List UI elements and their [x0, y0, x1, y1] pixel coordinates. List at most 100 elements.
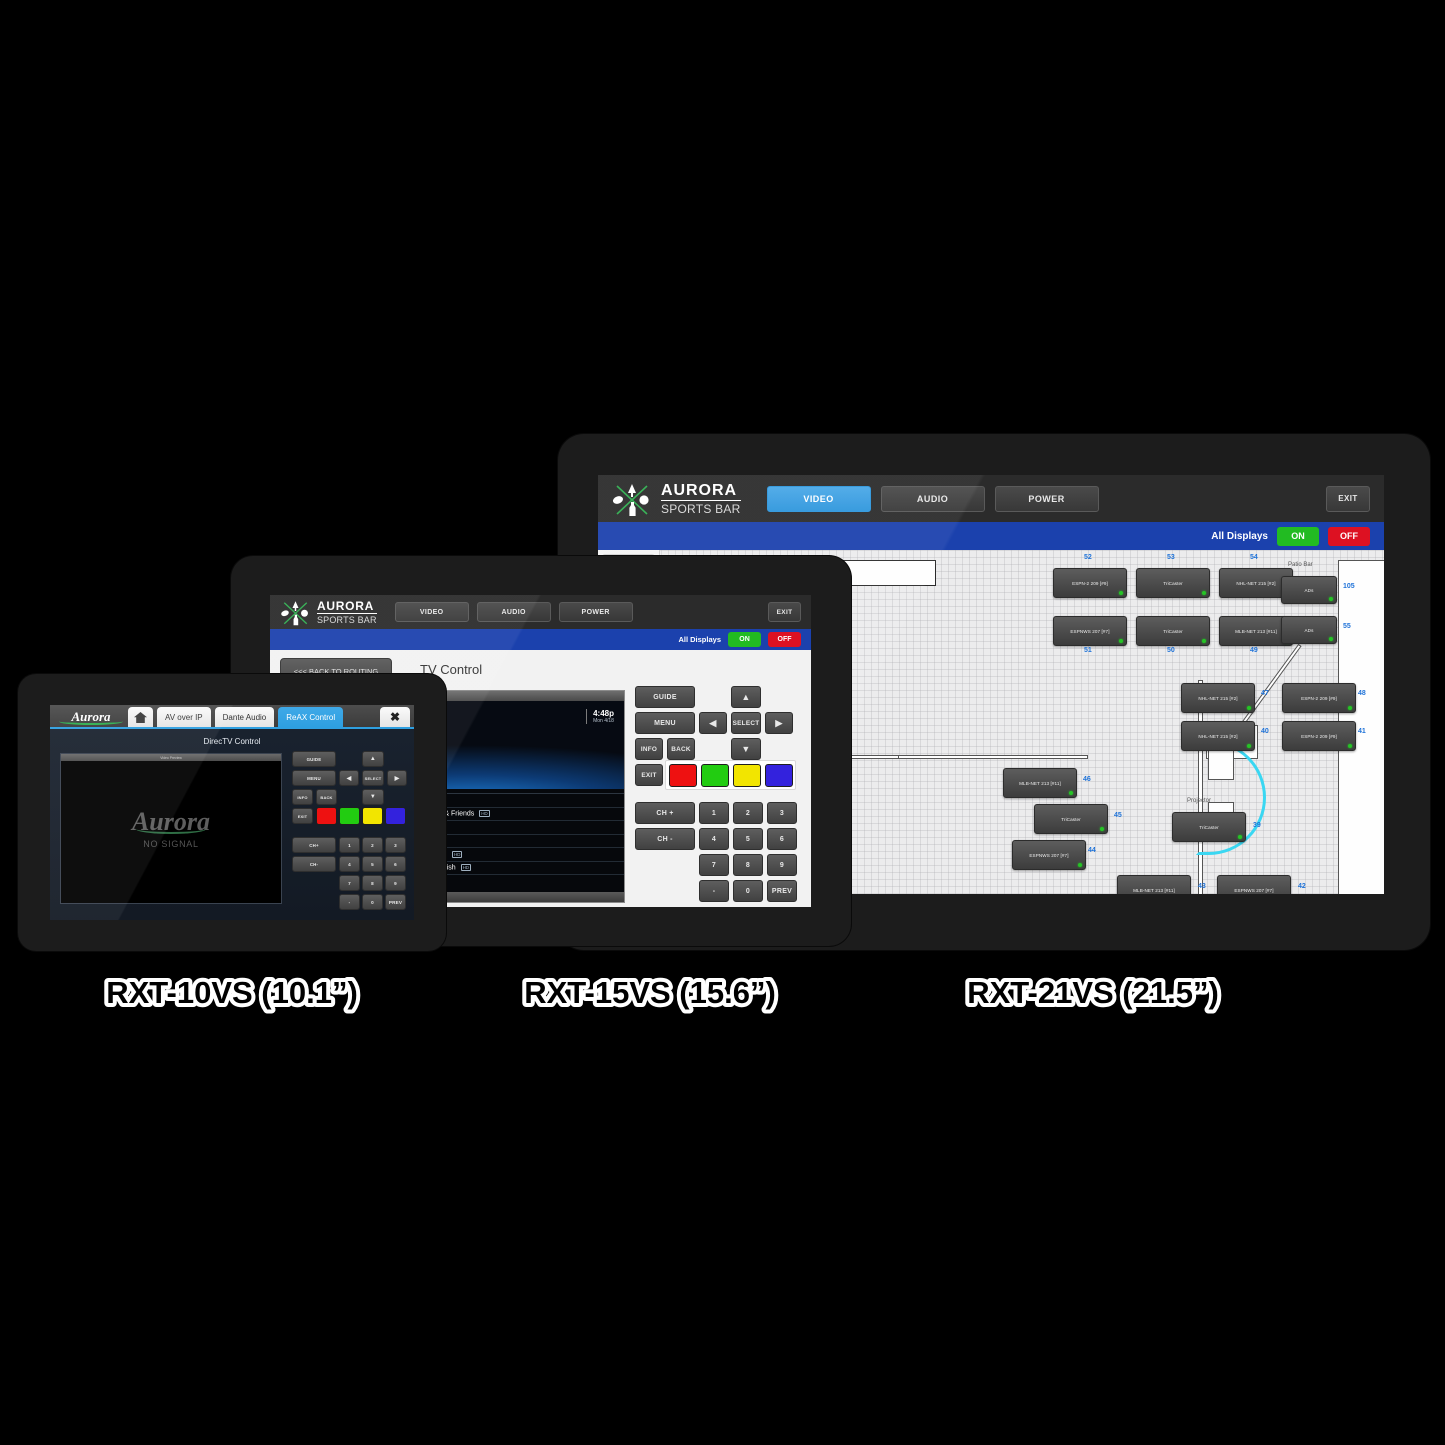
remote-info-button-15[interactable]: INFO [635, 738, 663, 760]
remote-yellow-button-10[interactable] [362, 807, 383, 825]
remote-right-button-15[interactable]: ▶ [765, 712, 793, 734]
remote-menu-button-15[interactable]: MENU [635, 712, 695, 734]
keypad-key-dash[interactable]: - [699, 880, 729, 902]
display-tile[interactable]: NHL-NET 215 [#2] [1181, 721, 1255, 751]
display-tile[interactable]: ADs [1281, 576, 1337, 604]
nav-video-15[interactable]: VIDEO [394, 602, 469, 622]
tab-reax-control[interactable]: ReAX Control [278, 707, 344, 727]
display-tile[interactable]: TriCaster [1136, 616, 1210, 646]
display-status-led [1069, 791, 1073, 795]
reax-tabbar: Aurora AV over IP Dante Audio ReAX Contr… [50, 705, 414, 729]
nav-power-21[interactable]: POWER [994, 485, 1099, 512]
video-preview-panel[interactable]: Video Preview Aurora NO SIGNAL [60, 753, 282, 904]
remote-guide-button-15[interactable]: GUIDE [635, 686, 695, 708]
remote-green-button-10[interactable] [339, 807, 360, 825]
keypad-key-0[interactable]: 0 [733, 880, 763, 902]
remote-red-button-15[interactable] [669, 764, 697, 787]
remote-blue-button-10[interactable] [385, 807, 406, 825]
all-displays-off-15[interactable]: OFF [768, 632, 801, 647]
no-signal-text: NO SIGNAL [143, 838, 199, 849]
remote-exit-button-15[interactable]: EXIT [635, 764, 663, 786]
display-tile[interactable]: ESPNWS 207 [#7] [1053, 616, 1127, 646]
keypad-key-9[interactable]: 9 [385, 875, 406, 891]
display-tile[interactable]: ESPNWS 207 [#7] [1217, 875, 1291, 894]
remote-right-button-10[interactable]: ▶ [387, 770, 407, 786]
keypad-key-2[interactable]: 2 [733, 802, 763, 824]
remote-blue-button-15[interactable] [765, 764, 793, 787]
keypad-key-4[interactable]: 4 [339, 856, 360, 872]
keypad-key-2[interactable]: 2 [362, 837, 383, 853]
display-tile[interactable]: MLB-NET 213 [#11] [1003, 768, 1077, 798]
remote-back-button-15[interactable]: BACK [667, 738, 695, 760]
display-tile[interactable]: TriCaster [1172, 812, 1246, 842]
remote-down-button-10[interactable]: ▼ [362, 789, 384, 805]
remote-left-button-15[interactable]: ◀ [699, 712, 727, 734]
remote-red-button-10[interactable] [316, 807, 337, 825]
keypad-key-0[interactable]: 0 [362, 894, 383, 910]
remote-up-button-10[interactable]: ▲ [362, 751, 384, 767]
display-tile[interactable]: ADs [1281, 616, 1337, 644]
display-tile[interactable]: ESPN-2 209 [#9] [1053, 568, 1127, 598]
nav-power-15[interactable]: POWER [558, 602, 633, 622]
remote-select-button-15[interactable]: SELECT [731, 712, 761, 734]
remote-yellow-button-15[interactable] [733, 764, 761, 787]
display-tile[interactable]: NHL-NET 215 [#2] [1181, 683, 1255, 713]
keypad-key-prev[interactable]: PREV [385, 894, 406, 910]
keypad-key-4[interactable]: 4 [699, 828, 729, 850]
keypad-key-8[interactable]: 8 [362, 875, 383, 891]
remote-ch-up-button-15[interactable]: CH + [635, 802, 695, 824]
remote-ch-up-button-10[interactable]: CH+ [292, 837, 336, 853]
keypad-key-1[interactable]: 1 [339, 837, 360, 853]
remote-info-button-10[interactable]: INFO [292, 789, 313, 805]
display-number: 54 [1250, 554, 1258, 561]
exit-button-15[interactable]: EXIT [768, 602, 801, 622]
nav-audio-21[interactable]: AUDIO [880, 485, 985, 512]
tab-av-over-ip[interactable]: AV over IP [157, 707, 211, 727]
remote-down-button-15[interactable]: ▼ [731, 738, 761, 760]
keypad-key-5[interactable]: 5 [733, 828, 763, 850]
remote-left-button-10[interactable]: ◀ [339, 770, 359, 786]
display-tile[interactable]: TriCaster [1034, 804, 1108, 834]
display-tile[interactable]: ESPNWS 207 [#7] [1012, 840, 1086, 870]
keypad-key-6[interactable]: 6 [767, 828, 797, 850]
remote-green-button-15[interactable] [701, 764, 729, 787]
display-status-led [1119, 639, 1123, 643]
keypad-key-6[interactable]: 6 [385, 856, 406, 872]
display-tile[interactable]: ESPN-2 209 [#9] [1282, 721, 1356, 751]
all-displays-off-21[interactable]: OFF [1328, 526, 1370, 546]
remote-back-button-10[interactable]: BACK [316, 789, 337, 805]
exit-button-21[interactable]: EXIT [1326, 485, 1370, 512]
remote-exit-button-10[interactable]: EXIT [292, 808, 313, 824]
all-displays-on-15[interactable]: ON [728, 632, 761, 647]
keypad-key-1[interactable]: 1 [699, 802, 729, 824]
all-displays-on-21[interactable]: ON [1277, 526, 1319, 546]
close-icon[interactable]: ✖ [380, 707, 410, 727]
nav-video-21[interactable]: VIDEO [766, 485, 871, 512]
remote-menu-button-10[interactable]: MENU [292, 770, 336, 786]
display-tile[interactable]: TriCaster [1136, 568, 1210, 598]
display-tile[interactable]: ESPN-2 209 [#9] [1282, 683, 1356, 713]
display-number: 47 [1261, 690, 1269, 697]
tab-home[interactable] [128, 707, 153, 727]
keypad-key-3[interactable]: 3 [385, 837, 406, 853]
keypad-key-7[interactable]: 7 [699, 854, 729, 876]
keypad-key-prev[interactable]: PREV [767, 880, 797, 902]
remote-up-button-15[interactable]: ▲ [731, 686, 761, 708]
nav-buttons-15: VIDEO AUDIO POWER [394, 602, 633, 622]
keypad-key-dash[interactable]: - [339, 894, 360, 910]
keypad-key-3[interactable]: 3 [767, 802, 797, 824]
nav-audio-15[interactable]: AUDIO [476, 602, 551, 622]
remote-ch-down-button-15[interactable]: CH - [635, 828, 695, 850]
display-number: 43 [1198, 883, 1206, 890]
keypad-key-5[interactable]: 5 [362, 856, 383, 872]
remote-select-button-10[interactable]: SELECT [362, 770, 384, 786]
keypad-key-9[interactable]: 9 [767, 854, 797, 876]
keypad-key-8[interactable]: 8 [733, 854, 763, 876]
keypad-key-7[interactable]: 7 [339, 875, 360, 891]
display-tile[interactable]: MLB-NET 213 [#11] [1117, 875, 1191, 894]
tab-dante-audio[interactable]: Dante Audio [214, 707, 275, 727]
remote-ch-down-button-10[interactable]: CH- [292, 856, 336, 872]
remote-guide-button-10[interactable]: GUIDE [292, 751, 336, 767]
display-number: 55 [1343, 623, 1351, 630]
display-tile-label: NHL-NET 215 [#2] [1198, 695, 1238, 701]
